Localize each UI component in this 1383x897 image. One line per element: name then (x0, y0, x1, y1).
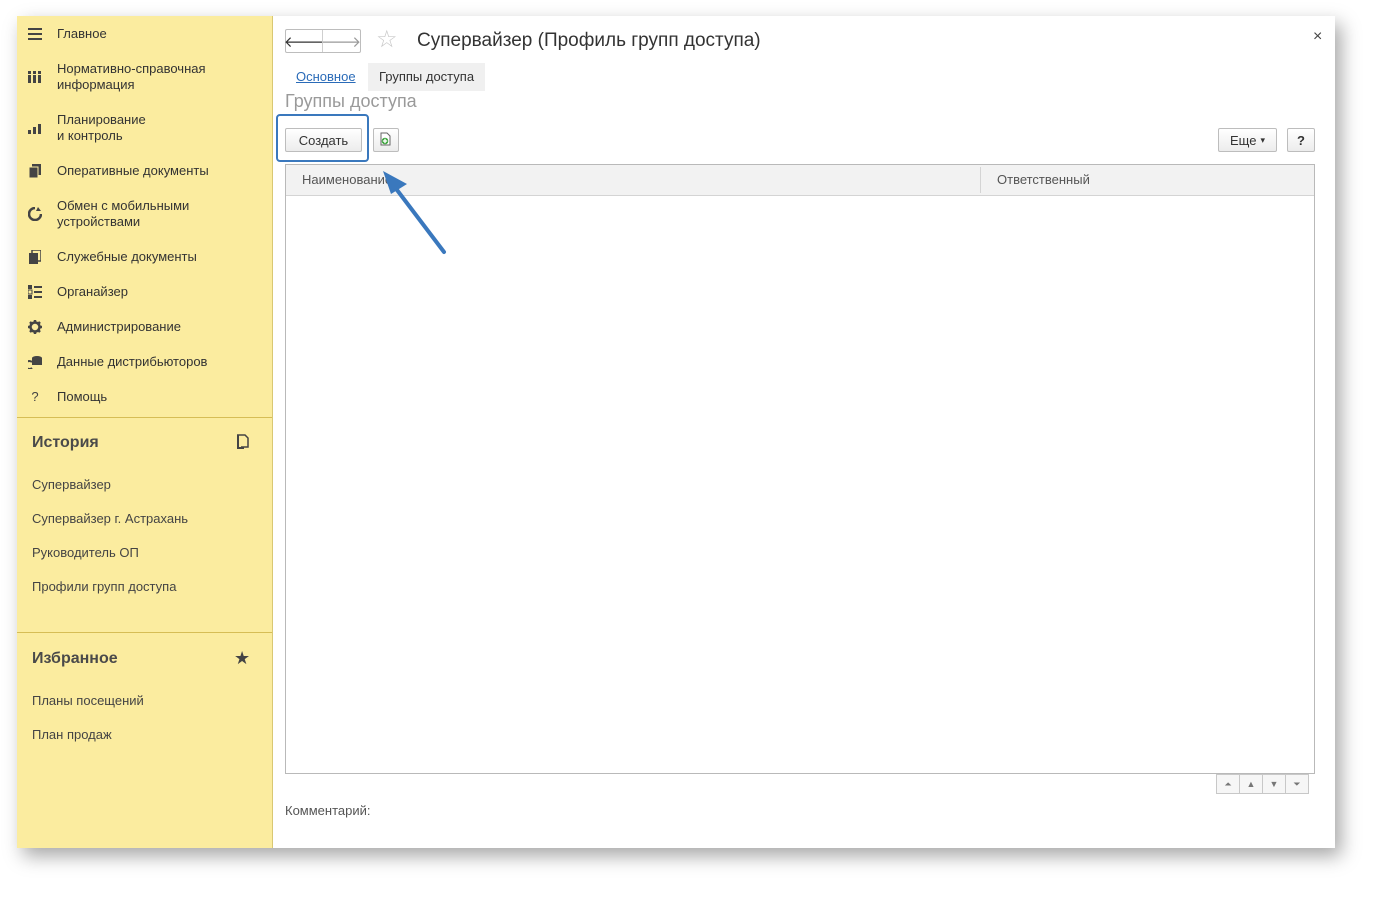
annotation-arrow (383, 171, 446, 254)
app-window: Главное Нормативно-справочная информация… (17, 16, 1335, 848)
